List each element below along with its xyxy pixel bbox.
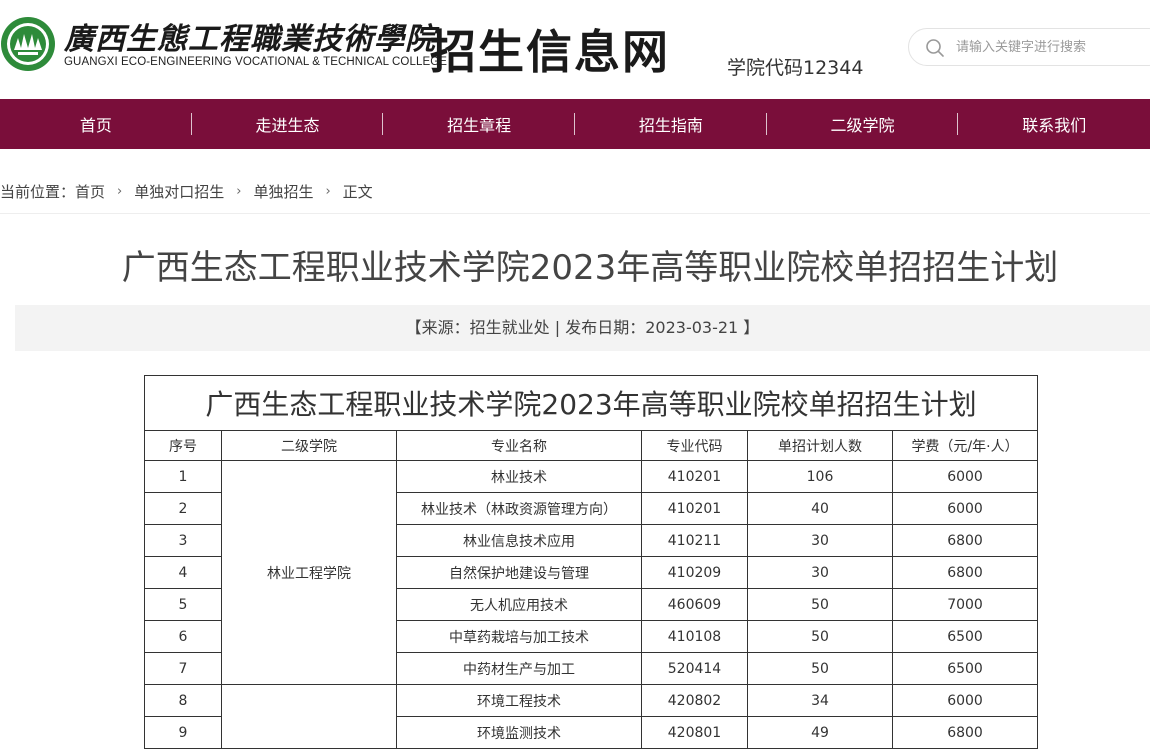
column-header-no: 序号 bbox=[144, 430, 222, 461]
cell-plan: 49 bbox=[747, 716, 893, 749]
breadcrumb-separator: › bbox=[236, 183, 242, 199]
cell-no: 9 bbox=[144, 716, 222, 749]
cell-major: 无人机应用技术 bbox=[396, 588, 642, 621]
breadcrumb-current: 正文 bbox=[342, 182, 373, 201]
cell-major: 中药材生产与加工 bbox=[396, 652, 642, 685]
cell-fee: 6500 bbox=[891, 652, 1039, 685]
table-row: 8 环境工程技术 420802 34 6000 bbox=[144, 684, 1039, 749]
cell-fee: 7000 bbox=[891, 588, 1039, 621]
cell-fee: 6800 bbox=[891, 556, 1039, 589]
cell-no: 7 bbox=[144, 652, 222, 685]
column-header-major: 专业名称 bbox=[396, 430, 642, 461]
cell-plan: 50 bbox=[747, 620, 893, 653]
admission-plan-table: 广西生态工程职业技术学院2023年高等职业院校单招招生计划 序号 二级学院 专业… bbox=[143, 375, 1039, 749]
cell-college: 林业工程学院 bbox=[221, 460, 397, 685]
column-header-plan: 单招计划人数 bbox=[747, 430, 893, 461]
cell-fee: 6000 bbox=[891, 492, 1039, 525]
site-header: 廣西生態工程職業技術學院 GUANGXI ECO-ENGINEERING VOC… bbox=[0, 0, 1150, 99]
nav-item-contact[interactable]: 联系我们 bbox=[958, 99, 1150, 149]
college-code: 学院代码12344 bbox=[727, 57, 864, 79]
college-name-script: 廣西生態工程職業技術學院 bbox=[64, 22, 436, 57]
cell-plan: 34 bbox=[747, 684, 893, 717]
cell-major: 林业信息技术应用 bbox=[396, 524, 642, 557]
cell-fee: 6800 bbox=[891, 716, 1039, 749]
nav-item-home[interactable]: 首页 bbox=[0, 99, 192, 149]
cell-plan: 50 bbox=[747, 588, 893, 621]
cell-code: 460609 bbox=[641, 588, 748, 621]
breadcrumb: 当前位置： 首页 › 单独对口招生 › 单独招生 › 正文 bbox=[0, 180, 373, 202]
main-nav: 首页 走进生态 招生章程 招生指南 二级学院 联系我们 bbox=[0, 99, 1150, 149]
table-caption: 广西生态工程职业技术学院2023年高等职业院校单招招生计划 bbox=[143, 375, 1039, 431]
cell-fee: 6000 bbox=[891, 460, 1039, 493]
article-title: 广西生态工程职业技术学院2023年高等职业院校单招招生计划 bbox=[121, 248, 1059, 288]
cell-no: 3 bbox=[144, 524, 222, 557]
breadcrumb-link-single-admission[interactable]: 单独招生 bbox=[253, 181, 313, 202]
search-input[interactable] bbox=[956, 37, 1146, 57]
cell-major: 自然保护地建设与管理 bbox=[396, 556, 642, 589]
breadcrumb-prefix: 当前位置： bbox=[0, 182, 76, 201]
column-header-college: 二级学院 bbox=[221, 430, 397, 461]
cell-code: 520414 bbox=[641, 652, 748, 685]
cell-no: 4 bbox=[144, 556, 222, 589]
breadcrumb-separator: › bbox=[325, 183, 331, 199]
cell-fee: 6000 bbox=[891, 684, 1039, 717]
cell-plan: 30 bbox=[747, 556, 893, 589]
cell-code: 420802 bbox=[641, 684, 748, 717]
cell-major: 中草药栽培与加工技术 bbox=[396, 620, 642, 653]
cell-major: 林业技术 bbox=[396, 460, 642, 493]
cell-code: 410108 bbox=[641, 620, 748, 653]
breadcrumb-link-separate-admission[interactable]: 单独对口招生 bbox=[134, 181, 224, 202]
search-box[interactable] bbox=[908, 28, 1150, 66]
cell-no: 5 bbox=[144, 588, 222, 621]
cell-code: 410201 bbox=[641, 492, 748, 525]
article-meta: 【来源：招生就业处 | 发布日期：2023-03-21 】 bbox=[15, 305, 1150, 351]
table-header-row: 序号 二级学院 专业名称 专业代码 单招计划人数 学费（元/年·人） bbox=[144, 430, 1039, 461]
cell-major: 林业技术（林政资源管理方向） bbox=[396, 492, 642, 525]
cell-major: 环境工程技术 bbox=[396, 684, 642, 717]
nav-item-departments[interactable]: 二级学院 bbox=[767, 99, 959, 149]
cell-code: 410201 bbox=[641, 460, 748, 493]
college-logo-icon[interactable] bbox=[0, 14, 56, 74]
cell-college bbox=[221, 684, 397, 749]
nav-item-admission-guide[interactable]: 招生指南 bbox=[575, 99, 767, 149]
search-icon[interactable] bbox=[925, 38, 945, 58]
cell-no: 6 bbox=[144, 620, 222, 653]
cell-major: 环境监测技术 bbox=[396, 716, 642, 749]
college-name-english: GUANGXI ECO-ENGINEERING VOCATIONAL & TEC… bbox=[64, 56, 448, 68]
breadcrumb-separator: › bbox=[117, 183, 123, 199]
cell-code: 420801 bbox=[641, 716, 748, 749]
breadcrumb-divider bbox=[0, 213, 1150, 214]
cell-fee: 6500 bbox=[891, 620, 1039, 653]
breadcrumb-link-home[interactable]: 首页 bbox=[75, 181, 105, 202]
column-header-code: 专业代码 bbox=[641, 430, 748, 461]
table-row: 1 林业工程学院 林业技术 410201 106 6000 bbox=[144, 460, 1039, 685]
cell-plan: 50 bbox=[747, 652, 893, 685]
cell-fee: 6800 bbox=[891, 524, 1039, 557]
cell-plan: 106 bbox=[747, 460, 893, 493]
cell-no: 8 bbox=[144, 684, 222, 717]
column-header-fee: 学费（元/年·人） bbox=[891, 430, 1039, 461]
cell-no: 1 bbox=[144, 460, 222, 493]
cell-code: 410209 bbox=[641, 556, 748, 589]
cell-plan: 30 bbox=[747, 524, 893, 557]
cell-no: 2 bbox=[144, 492, 222, 525]
cell-plan: 40 bbox=[747, 492, 893, 525]
cell-code: 410211 bbox=[641, 524, 748, 557]
site-title: 招生信息网 bbox=[430, 25, 670, 79]
nav-item-about[interactable]: 走进生态 bbox=[192, 99, 384, 149]
nav-item-admission-rules[interactable]: 招生章程 bbox=[383, 99, 575, 149]
